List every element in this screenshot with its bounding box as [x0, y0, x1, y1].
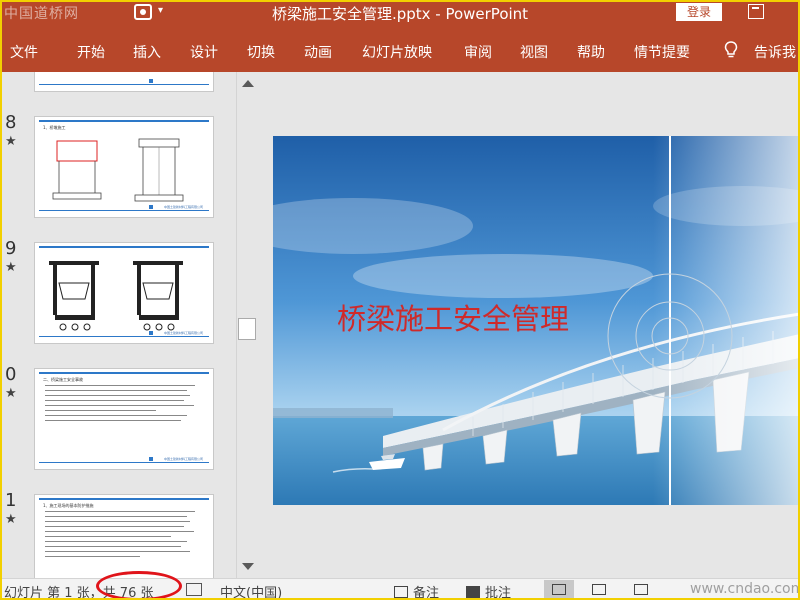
thumbnail-footer-line [39, 210, 209, 211]
footer-logo [149, 457, 153, 461]
reading-view-button[interactable] [626, 580, 656, 600]
slide-sorter-view-button[interactable] [584, 580, 614, 600]
scrollbar-thumb[interactable] [238, 318, 256, 340]
thumbnail-title: 1、施工现场的基本防护措施 [43, 503, 94, 508]
scroll-up-arrow-icon[interactable] [242, 80, 254, 87]
tab-help[interactable]: 帮助 [577, 42, 605, 62]
ribbon-display-icon[interactable] [748, 4, 764, 19]
tab-home[interactable]: 开始 [77, 42, 105, 62]
tab-storyboarding[interactable]: 情节提要 [634, 42, 690, 62]
thumbnail-title: 二、桥梁施工安全事故 [43, 377, 83, 382]
lightbulb-icon[interactable] [724, 41, 738, 59]
normal-view-icon [552, 584, 566, 595]
ribbon-tab-bar: 文件 开始 插入 设计 切换 动画 幻灯片放映 审阅 视图 帮助 情节提要 告诉… [0, 26, 800, 72]
thumbnail-scrollbar[interactable] [236, 72, 258, 578]
footer-logo [149, 205, 153, 209]
tab-review[interactable]: 审阅 [464, 42, 492, 62]
tab-slideshow[interactable]: 幻灯片放映 [362, 42, 432, 62]
thumbnail-footer-line [39, 336, 209, 337]
thumbnail-footer-line [39, 462, 209, 463]
notes-button[interactable]: 备注 [394, 582, 439, 600]
spell-check-icon[interactable] [186, 583, 202, 596]
notes-label: 备注 [413, 586, 440, 600]
slide-editor: 桥梁施工安全管理 [259, 72, 800, 578]
thumbnail-drawing [49, 261, 183, 331]
slide-number-9: 9 [5, 238, 17, 259]
slide-thumbnail-8[interactable]: 1、桥墩施工 中国土建新材料工程有限公司 [34, 116, 214, 218]
comments-icon [466, 586, 480, 598]
tab-file[interactable]: 文件 [10, 42, 38, 62]
scroll-down-arrow-icon[interactable] [242, 563, 254, 570]
slide-sorter-icon [592, 584, 606, 595]
thumbnail-footer-line [39, 84, 209, 85]
tab-animations[interactable]: 动画 [304, 42, 332, 62]
title-bar: 中国道桥网 ▾ 桥梁施工安全管理.pptx - PowerPoint 登录 [0, 0, 800, 26]
slide-thumbnail-7[interactable] [34, 72, 214, 92]
thumbnail-drawing [52, 138, 184, 202]
slide-number-11: 1 [5, 490, 17, 511]
slide-number-8: 8 [5, 112, 17, 133]
slide-thumbnail-10[interactable]: 二、桥梁施工安全事故 中国土建新材料工程有限公司 [34, 368, 214, 470]
thumbnail-footer-text: 中国土建新材料工程有限公司 [163, 205, 203, 209]
tab-transitions[interactable]: 切换 [247, 42, 275, 62]
thumbnail-header-line [39, 498, 209, 500]
animation-star-icon: ★ [5, 260, 17, 275]
animation-star-icon: ★ [5, 134, 17, 149]
slide-thumbnail-pane: 8 ★ 1、桥墩施工 中国土建新材料工程有限公司 9 ★ 中国土建新材料工程有限… [0, 72, 236, 578]
reading-view-icon [634, 584, 648, 595]
login-button[interactable]: 登录 [676, 3, 722, 21]
thumbnail-text-lines [45, 385, 203, 425]
annotation-circle [96, 571, 182, 600]
thumbnail-footer-text: 中国土建新材料工程有限公司 [163, 331, 203, 335]
tell-me-search[interactable]: 告诉我 [754, 42, 796, 62]
slide-number-10: 0 [5, 364, 17, 385]
tab-insert[interactable]: 插入 [133, 42, 161, 62]
thumbnail-drawing [35, 72, 214, 92]
footer-logo [149, 79, 153, 83]
footer-logo [149, 331, 153, 335]
animation-star-icon: ★ [5, 512, 17, 527]
notes-icon [394, 586, 408, 598]
language-indicator[interactable]: 中文(中国) [220, 582, 282, 600]
slide-thumbnail-11[interactable]: 1、施工现场的基本防护措施 [34, 494, 214, 578]
current-slide[interactable]: 桥梁施工安全管理 [273, 136, 800, 505]
watermark-text: www.cndao.com [690, 581, 800, 597]
normal-view-button[interactable] [544, 580, 574, 600]
thumbnail-text-lines [45, 511, 203, 561]
comments-button[interactable]: 批注 [466, 582, 511, 600]
animation-star-icon: ★ [5, 386, 17, 401]
thumbnail-footer-text: 中国土建新材料工程有限公司 [163, 457, 203, 461]
thumbnail-header-line [39, 372, 209, 374]
slide-title-text[interactable]: 桥梁施工安全管理 [337, 296, 569, 338]
tab-view[interactable]: 视图 [520, 42, 548, 62]
slide-thumbnail-9[interactable]: 中国土建新材料工程有限公司 [34, 242, 214, 344]
comments-label: 批注 [485, 586, 512, 600]
tab-design[interactable]: 设计 [190, 42, 218, 62]
